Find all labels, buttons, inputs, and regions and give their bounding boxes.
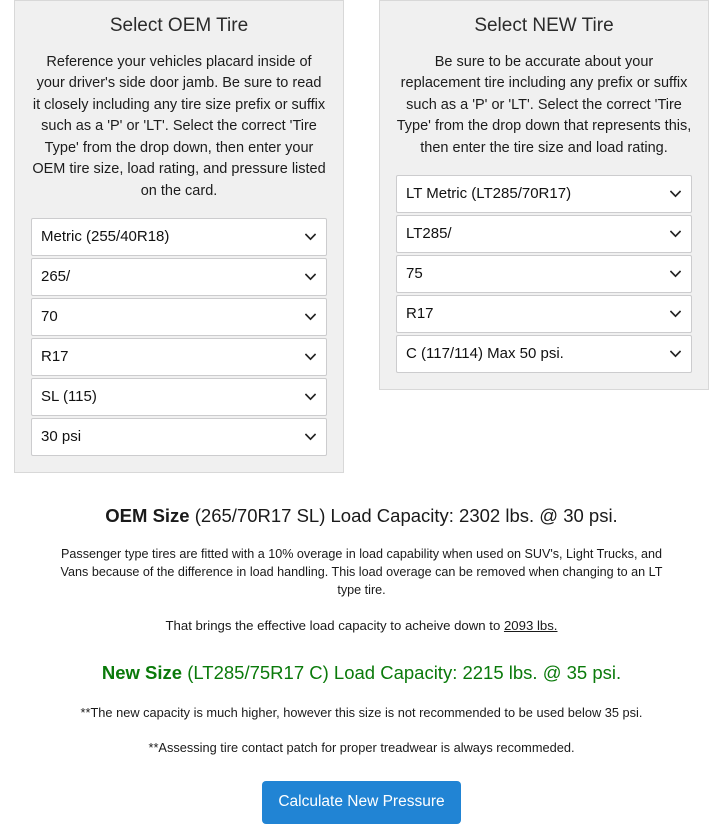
new-aspect-ratio-select-wrap: 75	[396, 255, 692, 294]
contact-patch-note: **Assessing tire contact patch for prope…	[148, 740, 575, 756]
oem-size-detail: (265/70R17 SL) Load Capacity: 2302 lbs. …	[189, 505, 618, 527]
new-section-width-select[interactable]: LT285/	[396, 215, 692, 254]
new-rim-diameter-select-wrap: R17	[396, 295, 692, 334]
oem-panel-description: Reference your vehicles placard inside o…	[32, 53, 326, 199]
new-size-label: New Size	[101, 662, 183, 684]
oem-section-width-select-wrap: 265/	[31, 258, 327, 297]
actions-row: Calculate New Pressure	[14, 781, 709, 824]
oem-aspect-ratio-select-wrap: 70	[31, 298, 327, 337]
new-load-rating-select[interactable]: C (117/114) Max 50 psi.	[396, 335, 692, 374]
tire-selection-panels: Select OEM Tire Reference your vehicles …	[0, 0, 723, 474]
new-panel-description: Be sure to be accurate about your replac…	[396, 53, 692, 156]
load-overage-note: Passenger type tires are fitted with a 1…	[60, 547, 663, 598]
effective-capacity-line: That brings the effective load capacity …	[14, 617, 709, 635]
new-panel-title: Select NEW Tire	[474, 15, 614, 36]
new-load-rating-select-wrap: C (117/114) Max 50 psi.	[396, 335, 692, 374]
oem-tire-type-select-wrap: Metric (255/40R18)	[31, 218, 327, 257]
results-section: OEM Size (265/70R17 SL) Load Capacity: 2…	[0, 505, 723, 824]
new-size-result: New Size (LT285/75R17 C) Load Capacity: …	[14, 662, 709, 684]
oem-tire-type-select[interactable]: Metric (255/40R18)	[31, 218, 327, 257]
capacity-warning-note: **The new capacity is much higher, howev…	[80, 705, 643, 721]
oem-section-width-select[interactable]: 265/	[31, 258, 327, 297]
new-tire-type-select[interactable]: LT Metric (LT285/70R17)	[396, 175, 692, 214]
oem-pressure-select[interactable]: 30 psi	[31, 418, 327, 457]
oem-tire-panel: Select OEM Tire Reference your vehicles …	[14, 0, 344, 474]
oem-aspect-ratio-select[interactable]: 70	[31, 298, 327, 337]
oem-rim-diameter-select-wrap: R17	[31, 338, 327, 377]
new-section-width-select-wrap: LT285/	[396, 215, 692, 254]
oem-size-label: OEM Size	[105, 505, 190, 527]
tire-pressure-calculator-page: Select OEM Tire Reference your vehicles …	[0, 0, 723, 826]
new-aspect-ratio-select[interactable]: 75	[396, 255, 692, 294]
oem-panel-title: Select OEM Tire	[109, 15, 249, 36]
new-size-detail: (LT285/75R17 C) Load Capacity: 2215 lbs.…	[182, 662, 622, 684]
oem-pressure-select-wrap: 30 psi	[31, 418, 327, 457]
oem-size-result: OEM Size (265/70R17 SL) Load Capacity: 2…	[14, 505, 709, 527]
new-tire-panel: Select NEW Tire Be sure to be accurate a…	[379, 0, 709, 391]
oem-load-rating-select-wrap: SL (115)	[31, 378, 327, 417]
oem-load-rating-select[interactable]: SL (115)	[31, 378, 327, 417]
effective-capacity-value: 2093 lbs.	[503, 618, 558, 634]
effective-capacity-prefix: That brings the effective load capacity …	[165, 618, 504, 634]
calculate-new-pressure-button[interactable]: Calculate New Pressure	[262, 781, 461, 824]
new-tire-type-select-wrap: LT Metric (LT285/70R17)	[396, 175, 692, 214]
new-rim-diameter-select[interactable]: R17	[396, 295, 692, 334]
oem-rim-diameter-select[interactable]: R17	[31, 338, 327, 377]
